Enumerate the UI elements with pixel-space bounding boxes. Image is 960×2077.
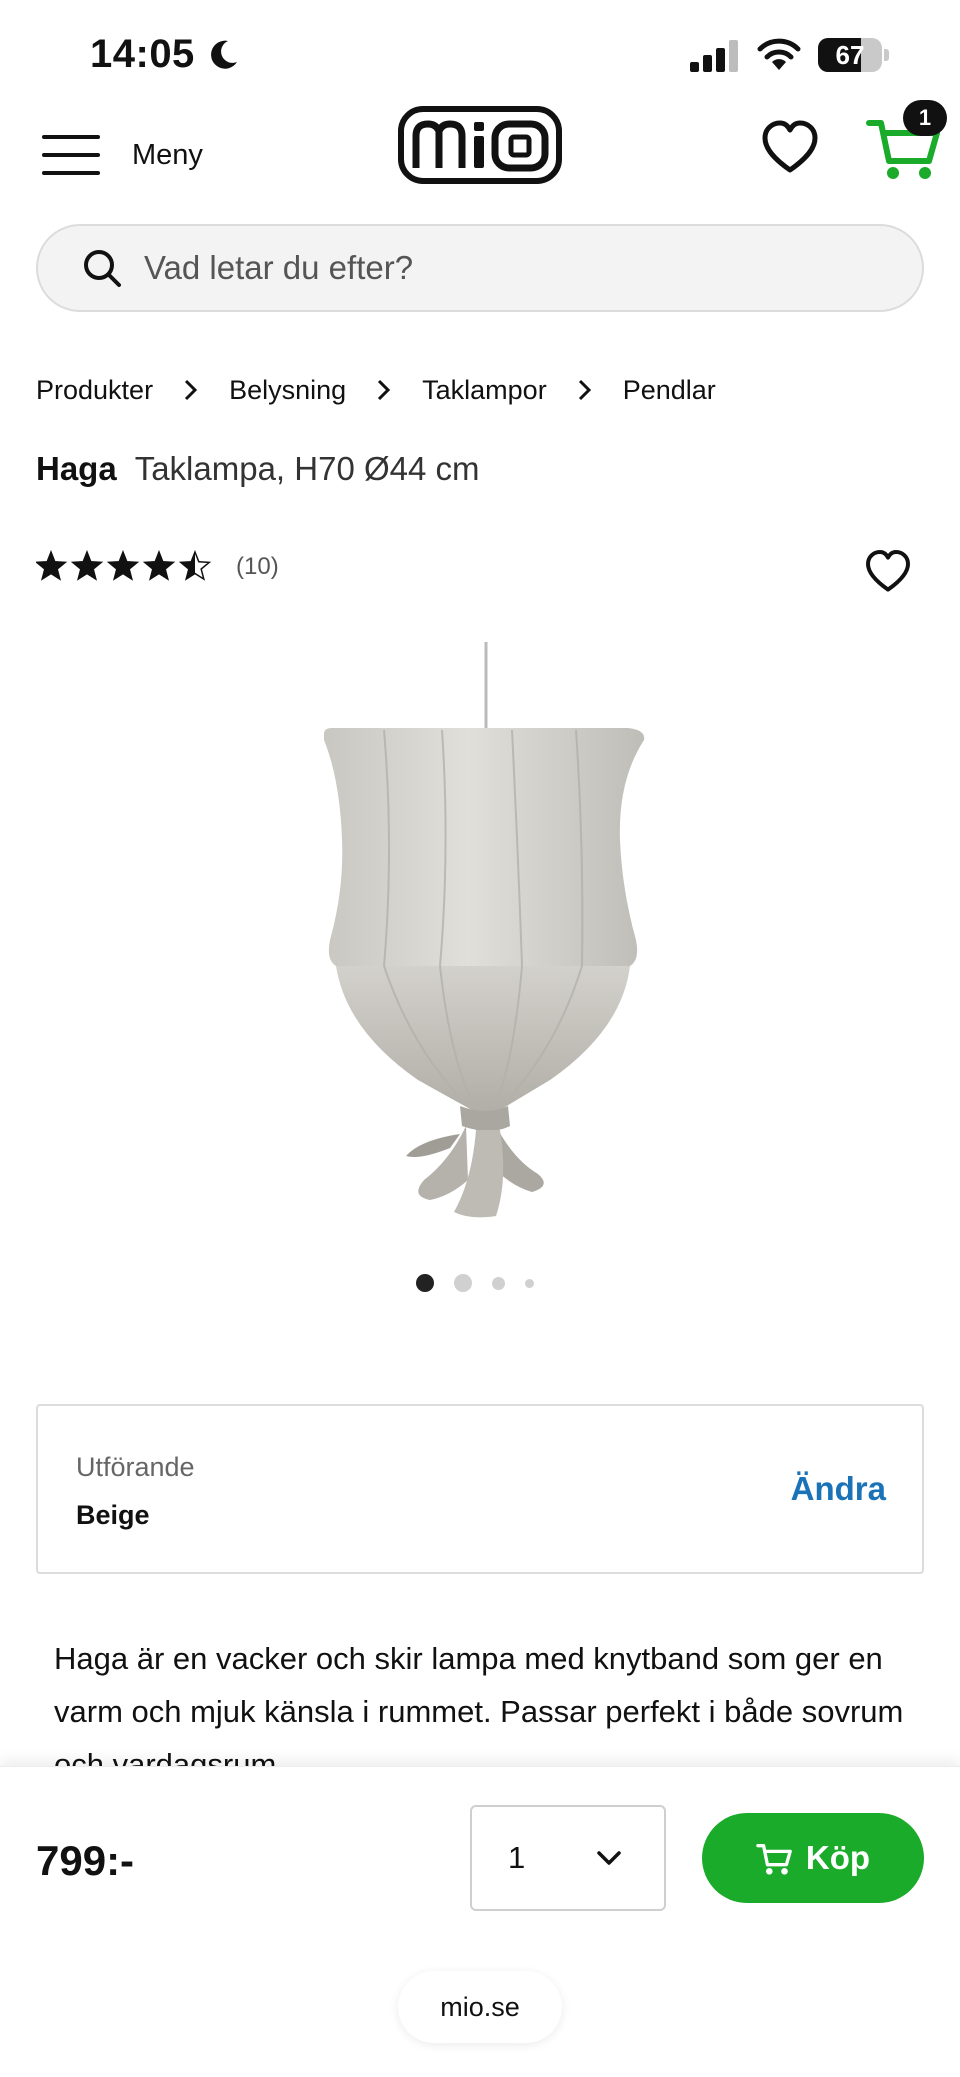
cart-icon (756, 1843, 792, 1875)
breadcrumb: Produkter Belysning Taklampor Pendlar (36, 370, 716, 410)
search-icon (84, 250, 121, 287)
rating-stars-icon (36, 550, 212, 581)
battery-indicator: 67 (818, 38, 889, 72)
product-description: Haga är en vacker och skir lampa med kny… (54, 1641, 904, 1778)
breadcrumb-belysning[interactable]: Belysning (229, 375, 346, 406)
star-1 (36, 552, 66, 580)
product-brand: Haga (36, 450, 117, 487)
breadcrumb-produkter[interactable]: Produkter (36, 375, 153, 406)
variant-selector[interactable]: Utförande Beige Ändra (36, 1404, 924, 1574)
breadcrumb-pendlar[interactable]: Pendlar (623, 375, 716, 406)
star-2 (72, 552, 102, 580)
variant-label: Utförande (76, 1452, 195, 1482)
product-rating[interactable]: (10) (36, 550, 279, 584)
change-variant-link[interactable]: Ändra (791, 1470, 886, 1508)
quantity-select[interactable]: 1 (470, 1805, 666, 1911)
search-input[interactable]: Vad letar du efter? (36, 224, 924, 312)
price: 799:- (36, 1837, 135, 1884)
menu-label: Meny (132, 138, 203, 171)
mio-logo[interactable] (398, 106, 562, 184)
buy-bar: 799:- 1 Köp mio.se (0, 1766, 960, 2077)
chevron-right-icon (183, 378, 199, 402)
cart-count-badge: 1 (903, 100, 947, 136)
search-placeholder: Vad letar du efter? (144, 249, 414, 286)
chevron-right-icon (376, 378, 392, 402)
rating-count: (10) (236, 553, 279, 580)
chevron-right-icon (577, 378, 593, 402)
product-image[interactable] (300, 640, 660, 1220)
menu-button[interactable]: Meny (40, 120, 210, 190)
buy-label: Köp (805, 1839, 871, 1876)
battery-percent: 67 (835, 40, 865, 70)
signal-icon (690, 40, 738, 72)
star-3 (108, 552, 138, 580)
wifi-icon (757, 38, 801, 70)
chevron-down-icon (597, 1851, 621, 1865)
product-subtitle: Taklampa, H70 Ø44 cm (134, 450, 480, 487)
breadcrumb-taklampor[interactable]: Taklampor (422, 375, 547, 406)
product-title: Haga Taklampa, H70 Ø44 cm (36, 450, 480, 488)
carousel-dot-3[interactable] (492, 1276, 505, 1290)
status-bar: 14:05 67 (0, 0, 960, 110)
quantity-value: 1 (508, 1840, 526, 1875)
carousel-dot-2[interactable] (454, 1274, 472, 1292)
carousel-dot-4[interactable] (525, 1278, 534, 1288)
star-4 (144, 552, 174, 580)
status-time: 14:05 (90, 32, 195, 76)
browser-url[interactable]: mio.se (398, 1971, 562, 2043)
buy-button[interactable]: Köp (702, 1813, 924, 1903)
variant-value: Beige (76, 1500, 150, 1530)
site-header: Meny (0, 100, 960, 210)
hamburger-icon (42, 135, 100, 175)
moon-icon (211, 40, 237, 69)
product-favorite-heart-icon[interactable] (864, 548, 912, 596)
carousel-dot-1[interactable] (416, 1274, 434, 1292)
carousel-dots (416, 1274, 554, 1292)
wishlist-heart-icon[interactable] (760, 118, 820, 178)
